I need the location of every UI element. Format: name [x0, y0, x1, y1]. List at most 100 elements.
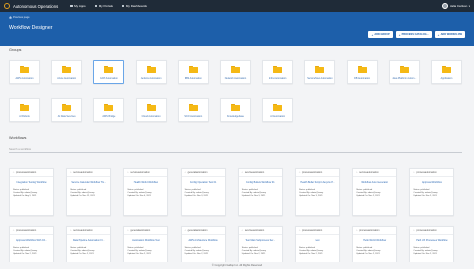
workflow-name[interactable]: Approval Workflow With Ch...	[10, 239, 53, 242]
workflow-card-header: ⁘ processautomation	[296, 169, 339, 177]
folder-icon	[62, 104, 72, 111]
folder-icon	[273, 104, 283, 111]
workflow-type-icon: ⁘	[69, 171, 72, 174]
workflow-name[interactable]: Data Pipeline Automation Fl...	[67, 239, 110, 242]
nav-my-portals[interactable]: My Portals	[94, 4, 113, 8]
workflow-name[interactable]: Integration Testing Workflow	[10, 181, 53, 184]
workflow-updated-on: Updated On: Nov 2, 2021	[13, 253, 37, 256]
app-logo-icon[interactable]	[4, 3, 10, 9]
group-card[interactable]: SCO Automation	[177, 98, 209, 122]
group-card[interactable]: Infra Automation	[262, 60, 294, 84]
folder-icon	[146, 104, 156, 111]
group-card[interactable]: AWS Bridge	[93, 98, 125, 122]
group-card[interactable]: Azure Automation	[51, 60, 83, 84]
group-card[interactable]: AI Data Services	[51, 98, 83, 122]
user-menu[interactable]: Jalia Carlson ▾	[441, 3, 470, 9]
workflow-name[interactable]: Hello World Workflow	[353, 239, 396, 242]
workflow-card-header: ⁘ serviceautomation	[67, 169, 111, 177]
workflow-type-icon: ⁘	[184, 171, 187, 174]
workflow-type-icon: ⁘	[12, 229, 15, 232]
workflow-updated-on: Updated On: Nov 2, 2021	[299, 253, 323, 256]
button-label: PROCESS CATALOG...	[401, 33, 429, 36]
group-label: Java Platform Autom...	[392, 76, 417, 80]
group-card[interactable]: AI Automation	[262, 98, 294, 122]
workflow-type-icon: ⁘	[241, 171, 244, 174]
nav-my-dashboards[interactable]: My Dashboards	[121, 4, 147, 8]
workflow-card[interactable]: ⁘ serviceautomation Data Pipeline Automati…	[66, 226, 112, 266]
group-card[interactable]: Network Automation	[220, 60, 251, 84]
workflow-card[interactable]: ⁘ processautomation test Status: published C…	[295, 226, 340, 266]
dashboard-icon	[121, 4, 125, 8]
nav-label: My Portals	[98, 4, 113, 8]
workflow-name[interactable]: Health Bullet Script Lifecycle P...	[296, 181, 339, 184]
group-card[interactable]: Application	[431, 60, 462, 84]
plus-icon: +	[437, 32, 440, 37]
add-group-button[interactable]: + ADD GROUP	[368, 31, 393, 38]
group-label: Application	[440, 76, 453, 80]
workflow-card[interactable]: ⁘ processautomation Hello World Workflow St…	[352, 226, 398, 266]
workflow-name[interactable]: Workflow Auto Generator	[353, 181, 396, 184]
add-workflow-button[interactable]: + ADD WORKFLOW	[434, 31, 465, 38]
workflow-card[interactable]: ⁘ processautomation Approval Workflow With…	[9, 226, 54, 266]
workflow-card[interactable]: ⁘ generalautomation Automation Workflow Te…	[123, 226, 169, 266]
workflow-name[interactable]: Test Main Subprocess Ser...	[239, 239, 282, 242]
workflow-type-icon: ⁘	[69, 229, 72, 232]
workflow-type-icon: ⁘	[412, 229, 415, 232]
group-card[interactable]: Jenkins Automation	[135, 60, 167, 84]
groups-heading: Groups	[9, 48, 22, 52]
workflow-name[interactable]: Service Calendar Workflow TG...	[67, 181, 110, 184]
workflow-card[interactable]: ⁘ serviceautomation Workflow Auto Generato…	[352, 168, 398, 216]
workflow-updated-on: Updated On: Nov 3, 2021	[241, 195, 266, 198]
apps-icon	[70, 4, 73, 8]
workflow-card[interactable]: ⁘ generalautomation AWS Architecture Workf…	[180, 226, 226, 266]
workflow-card[interactable]: ⁘ serviceautomation Health World Workflow S…	[123, 168, 169, 216]
workflow-name[interactable]: Config Bullets Workflow 01	[239, 181, 282, 184]
group-card[interactable]: ServiceNow Automation	[304, 60, 336, 84]
workflow-card-header: ⁘ processautomation	[10, 227, 53, 235]
workflow-updated-on: Updated On: Nov 3, 2021	[184, 195, 209, 198]
workflow-card[interactable]: ⁘ processautomation Path UX Processes Work…	[409, 226, 455, 266]
group-card[interactable]: Java Platform Autom...	[388, 60, 420, 84]
workflow-name[interactable]: Approval Workflow	[410, 181, 453, 184]
workflow-card[interactable]: ⁘ processautomation Approval Workflow Statu…	[409, 168, 455, 216]
folder-icon	[20, 66, 29, 73]
process-catalog-button[interactable]: + PROCESS CATALOG...	[395, 31, 432, 38]
workflow-type: processautomation	[302, 171, 323, 174]
workflow-card[interactable]: ⁘ serviceautomation Test Main Subprocess S…	[237, 226, 283, 266]
folder-icon	[104, 104, 114, 111]
group-card[interactable]: AI Robots	[9, 98, 40, 122]
workflow-type-icon: ⁘	[126, 229, 129, 232]
workflow-card[interactable]: ⁘ processautomation Health Bullet Script L…	[295, 168, 340, 216]
workflow-card-header: ⁘ serviceautomation	[124, 169, 168, 177]
group-card[interactable]: IBM Automation	[177, 60, 209, 84]
workflow-card-header: ⁘ serviceautomation	[238, 227, 282, 235]
group-card[interactable]: DB Automation	[346, 60, 378, 84]
group-card[interactable]: Knowledgebase	[220, 98, 251, 122]
workflow-updated-on: Updated On: Nov 2, 2021	[184, 253, 209, 256]
workflow-card-header: ⁘ generalautomation	[124, 227, 168, 235]
breadcrumb[interactable]: Previous page	[9, 16, 465, 19]
workflow-card[interactable]: ⁘ serviceautomation Service Calendar Workf…	[66, 168, 112, 216]
nav-my-apps[interactable]: My Apps	[70, 4, 86, 8]
workflow-card[interactable]: ⁘ processautomation Integration Testing Wo…	[9, 168, 54, 216]
group-label: GCP Automation	[100, 76, 118, 80]
workflow-updated-on: Updated On: Nov 4, 2021	[127, 195, 151, 198]
workflow-type: serviceautomation	[73, 171, 93, 174]
workflow-card[interactable]: ⁘ serviceautomation Config Bullets Workflo…	[237, 168, 283, 216]
workflow-name[interactable]: test	[296, 239, 339, 242]
workflow-name[interactable]: Path UX Processes Workflow	[410, 239, 453, 242]
group-label: ServiceNow Automation	[307, 76, 333, 80]
app-title[interactable]: Autonomous Operations	[13, 4, 58, 9]
workflow-card-header: ⁘ processautomation	[353, 227, 397, 235]
workflow-name[interactable]: Automation Workflow Test	[124, 239, 167, 242]
workflow-name[interactable]: Config Operation Test 01	[182, 181, 225, 184]
group-card[interactable]: AWS Automation	[9, 60, 40, 84]
group-card[interactable]: GCP Automation	[93, 60, 125, 84]
workflow-search-input[interactable]: Search a workflow	[9, 146, 462, 153]
workflow-type: serviceautomation	[244, 229, 265, 232]
workflow-name[interactable]: Health World Workflow	[124, 181, 167, 184]
group-card[interactable]: Cloud Automation	[135, 98, 167, 122]
workflow-name[interactable]: AWS Architecture Workflow	[182, 239, 225, 242]
chevron-down-icon: ▾	[468, 4, 470, 8]
workflow-card[interactable]: ⁘ generalautomation Config Operation Test …	[180, 168, 226, 216]
